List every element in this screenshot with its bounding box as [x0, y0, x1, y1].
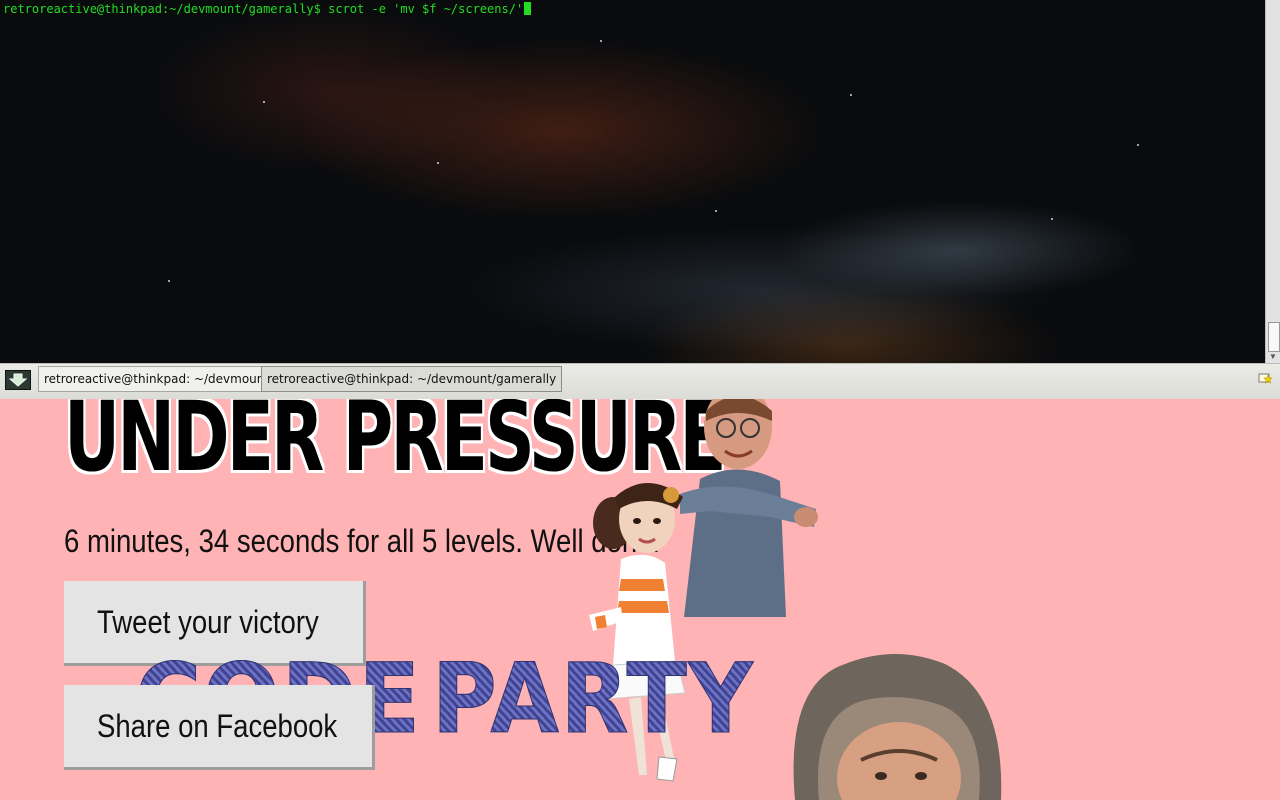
background-star — [168, 280, 170, 282]
taskbar: retroreactive@thinkpad: ~/devmount retro… — [0, 363, 1280, 399]
party-heading-word-2: PARTY — [432, 643, 755, 755]
tweet-button-label: Tweet your victory — [97, 603, 319, 640]
share-button-label: Share on Facebook — [97, 707, 338, 744]
task-terminal-gamerally[interactable]: retroreactive@thinkpad: ~/devmount/gamer… — [261, 366, 563, 392]
background-star — [1137, 144, 1139, 146]
terminal-command-line[interactable]: retroreactive@thinkpad:~/devmount/gamera… — [3, 2, 532, 16]
share-facebook-button[interactable]: Share on Facebook — [64, 685, 375, 770]
result-message: 6 minutes, 34 seconds for all 5 levels. … — [64, 523, 661, 559]
background-star — [850, 94, 852, 96]
terminal-cursor — [524, 2, 532, 15]
background-star — [600, 40, 602, 42]
download-arrow-glyph — [8, 373, 28, 387]
dancing-man-figure — [680, 399, 818, 617]
bearded-man-figure — [793, 654, 1002, 800]
scroll-down-arrow-icon[interactable]: ▼ — [1269, 352, 1277, 361]
scrollbar-thumb[interactable] — [1268, 322, 1280, 352]
background-star — [1051, 218, 1053, 220]
task-terminal-devmount[interactable]: retroreactive@thinkpad: ~/devmount — [38, 366, 276, 392]
terminal-prompt: retroreactive@thinkpad:~/devmount/gamera… — [3, 2, 321, 16]
background-star — [263, 101, 265, 103]
notification-flag-icon[interactable] — [1258, 372, 1272, 385]
download-arrow-icon[interactable] — [5, 370, 31, 390]
background-star — [437, 162, 439, 164]
terminal-scrollbar[interactable]: ▼ — [1265, 0, 1280, 363]
game-results-page: UNDER PRESSURE 6 minutes, 34 seconds for… — [0, 399, 1280, 800]
terminal-command: scrot -e 'mv $f ~/screens/' — [320, 2, 524, 16]
terminal-window[interactable]: retroreactive@thinkpad:~/devmount/gamera… — [0, 0, 1280, 363]
background-star — [715, 210, 717, 212]
